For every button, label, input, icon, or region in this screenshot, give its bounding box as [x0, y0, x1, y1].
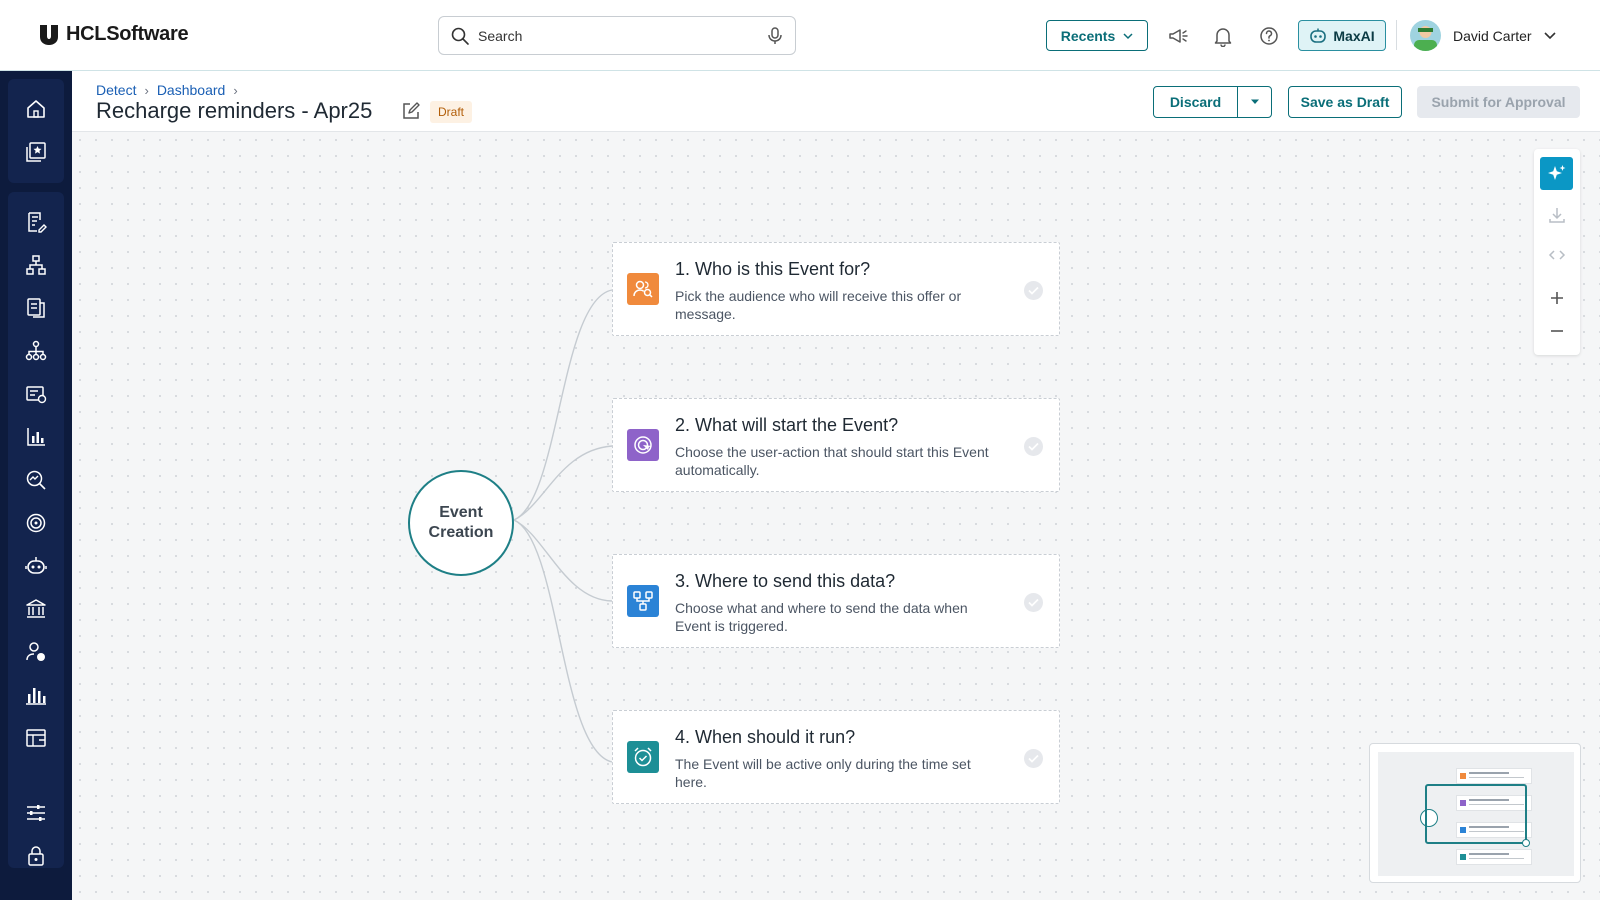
home-icon[interactable] [25, 98, 47, 120]
check-circle-icon [1024, 437, 1043, 456]
recents-label: Recents [1060, 27, 1116, 44]
breadcrumb-dashboard[interactable]: Dashboard [157, 82, 226, 98]
step-title: 2. What will start the Event? [675, 415, 899, 435]
status-badge: Draft [430, 101, 473, 123]
check-circle-icon [1024, 749, 1043, 768]
page-title: Recharge reminders - Apr25 [96, 98, 373, 123]
maxai-label: MaxAI [1333, 27, 1375, 44]
bank-icon[interactable] [25, 598, 47, 620]
step-card-audience[interactable]: 1. Who is this Event for? Pick the audie… [612, 242, 1060, 336]
brand-logo[interactable]: HCLSoftware [38, 23, 189, 46]
minimap-viewport[interactable] [1425, 784, 1527, 844]
minimap[interactable] [1369, 743, 1581, 883]
target-icon[interactable] [25, 512, 47, 534]
header-divider [1396, 20, 1397, 50]
documents-icon[interactable] [25, 297, 47, 319]
announcement-icon[interactable] [1167, 25, 1189, 47]
step-title: 4. When should it run? [675, 727, 856, 747]
step-title: 1. Who is this Event for? [675, 259, 871, 279]
search-input[interactable] [478, 27, 758, 44]
table-icon[interactable] [25, 727, 47, 749]
maxai-button[interactable]: MaxAI [1298, 20, 1386, 51]
analytics-search-icon[interactable] [25, 469, 47, 491]
robot-icon [1310, 28, 1327, 43]
favorites-icon[interactable] [25, 141, 47, 163]
root-node-line2: Creation [428, 524, 494, 541]
step-card-destination[interactable]: 3. Where to send this data? Choose what … [612, 554, 1060, 648]
save-as-draft-button[interactable]: Save as Draft [1288, 86, 1402, 118]
code-icon[interactable] [1547, 245, 1567, 265]
root-node-line1: Event [439, 504, 483, 521]
microphone-icon[interactable] [765, 26, 785, 46]
chevron-down-icon [1123, 32, 1133, 39]
user-settings-icon[interactable] [25, 641, 47, 663]
minimap-card [1456, 768, 1532, 784]
breadcrumb-detect[interactable]: Detect [96, 82, 136, 98]
step-description: The Event will be active only during the… [675, 756, 971, 790]
recents-dropdown[interactable]: Recents [1046, 20, 1148, 51]
avatar[interactable] [1410, 20, 1441, 51]
destination-icon [627, 585, 659, 617]
discard-button[interactable]: Discard [1153, 86, 1238, 118]
minimap-resize-handle[interactable] [1522, 839, 1530, 847]
bell-icon[interactable] [1212, 25, 1234, 47]
sidebar-group-primary [8, 79, 64, 183]
sidebar-group-modules [8, 192, 64, 868]
zoom-out-icon[interactable] [1547, 321, 1567, 341]
minimap-canvas [1378, 752, 1574, 876]
chevron-right-icon: › [144, 82, 149, 98]
chevron-down-icon[interactable] [1542, 27, 1558, 43]
brand-name: HCLSoftware [66, 23, 189, 45]
step-title: 3. Where to send this data? [675, 571, 896, 591]
audience-icon [627, 273, 659, 305]
schedule-icon [627, 741, 659, 773]
sidebar [0, 71, 72, 900]
edit-icon[interactable] [401, 101, 421, 121]
stats-icon[interactable] [25, 684, 47, 706]
sparkle-icon [1547, 164, 1565, 180]
top-header: HCLSoftware Recents M [0, 0, 1600, 71]
check-circle-icon [1024, 593, 1043, 612]
sliders-icon[interactable] [25, 802, 47, 824]
check-circle-icon [1024, 281, 1043, 300]
step-description: Choose the user-action that should start… [675, 444, 989, 478]
lock-icon[interactable] [25, 845, 47, 867]
step-description: Choose what and where to send the data w… [675, 600, 968, 634]
canvas-toolbar [1534, 149, 1580, 355]
caret-down-icon [1250, 99, 1259, 104]
ai-assist-button[interactable] [1540, 157, 1573, 190]
reports-edit-icon[interactable] [25, 211, 47, 233]
chevron-right-icon: › [233, 82, 238, 98]
user-name[interactable]: David Carter [1453, 28, 1532, 44]
minimap-card [1456, 849, 1532, 865]
bar-chart-icon[interactable] [25, 426, 47, 448]
trigger-icon [627, 429, 659, 461]
billing-icon[interactable] [25, 383, 47, 405]
step-description: Pick the audience who will receive this … [675, 288, 962, 322]
breadcrumb: Detect › Dashboard › [96, 82, 238, 98]
page-header: Detect › Dashboard › Recharge reminders … [72, 71, 1600, 132]
zoom-in-icon[interactable] [1547, 288, 1567, 308]
step-card-schedule[interactable]: 4. When should it run? The Event will be… [612, 710, 1060, 804]
help-icon[interactable] [1258, 25, 1280, 47]
event-creation-node[interactable]: Event Creation [408, 470, 514, 576]
org-chart-icon[interactable] [25, 340, 47, 362]
submit-for-approval-button[interactable]: Submit for Approval [1417, 86, 1580, 118]
hcl-logo-icon [40, 24, 58, 45]
discard-options-button[interactable] [1237, 86, 1272, 118]
hierarchy-icon[interactable] [25, 254, 47, 276]
step-card-trigger[interactable]: 2. What will start the Event? Choose the… [612, 398, 1060, 492]
robot-icon[interactable] [25, 555, 47, 577]
search-box[interactable] [438, 16, 796, 55]
download-icon[interactable] [1547, 205, 1567, 225]
search-icon [451, 27, 469, 45]
